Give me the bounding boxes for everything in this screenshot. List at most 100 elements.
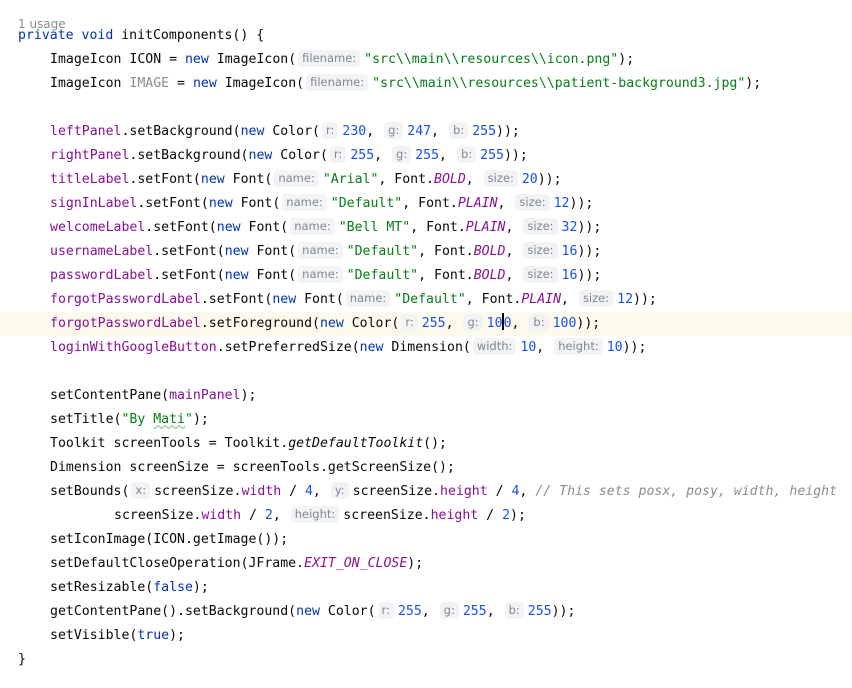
parameter-hint: b: xyxy=(449,122,469,139)
code-token: "src\\main\\resources\\icon.png" xyxy=(364,52,619,67)
parameter-hint: name: xyxy=(298,266,343,283)
parameter-hint: r: xyxy=(321,122,339,139)
code-text: } xyxy=(18,648,26,672)
parameter-hint: name: xyxy=(298,242,343,259)
code-token: 16)); xyxy=(561,244,602,259)
code-line[interactable]: ImageIcon IMAGE = new ImageIcon(filename… xyxy=(0,72,852,96)
code-line[interactable]: setDefaultCloseOperation(JFrame.EXIT_ON_… xyxy=(0,552,852,576)
parameter-hint: name: xyxy=(274,170,319,187)
code-token: setContentPane(mainPanel); xyxy=(50,388,257,403)
code-token: ImageIcon ICON = new ImageIcon( xyxy=(50,52,297,67)
parameter-hint: size: xyxy=(578,290,614,307)
code-token: setDefaultCloseOperation(JFrame.EXIT_ON_… xyxy=(50,556,424,571)
code-token: 100)); xyxy=(552,316,601,331)
parameter-hint: height: xyxy=(554,338,603,355)
code-token: 255, xyxy=(462,604,503,619)
code-line[interactable]: private void initComponents() { xyxy=(0,24,852,48)
code-token: setTitle("By Mati"); xyxy=(50,412,209,427)
parameter-hint: b: xyxy=(504,602,524,619)
code-token: titleLabel.setFont(new Font( xyxy=(50,172,273,187)
code-token: "Default", Font.PLAIN, xyxy=(394,292,577,307)
code-token: 10)); xyxy=(606,340,647,355)
code-token: 255, xyxy=(415,148,455,163)
parameter-hint: g: xyxy=(392,146,412,163)
parameter-hint: r: xyxy=(377,602,394,619)
code-token: screenSize.width / 4, xyxy=(154,484,329,499)
code-token: setResizable(false); xyxy=(50,580,209,595)
code-token: 20)); xyxy=(521,172,562,187)
code-line[interactable]: forgotPasswordLabel.setForeground(new Co… xyxy=(0,312,852,336)
code-line[interactable]: leftPanel.setBackground(new Color(r: 230,… xyxy=(0,120,852,144)
code-text: setIconImage(ICON.getImage()); xyxy=(50,528,288,552)
code-line[interactable]: getContentPane().setBackground(new Color… xyxy=(0,600,852,624)
parameter-hint: b: xyxy=(456,146,477,163)
code-text: setDefaultCloseOperation(JFrame.EXIT_ON_… xyxy=(50,552,423,576)
parameter-hint: r: xyxy=(401,314,418,331)
code-line[interactable]: Dimension screenSize = screenTools.getSc… xyxy=(0,456,852,480)
code-line[interactable]: usernameLabel.setFont(new Font(name: "Def… xyxy=(0,240,852,264)
code-line[interactable]: forgotPasswordLabel.setFont(new Font(nam… xyxy=(0,288,852,312)
code-line[interactable]: setBounds(x: screenSize.width / 4, y: scre… xyxy=(0,480,852,504)
code-token: 255, xyxy=(397,604,438,619)
code-token: setIconImage(ICON.getImage()); xyxy=(50,532,289,547)
code-token: 12)); xyxy=(553,196,594,211)
parameter-hint: size: xyxy=(523,266,558,283)
parameter-hint: g: xyxy=(463,314,483,331)
code-token: 16)); xyxy=(561,268,602,283)
code-text: signInLabel.setFont(new Font(name: "Defau… xyxy=(50,192,593,216)
code-line[interactable]: setVisible(true); xyxy=(0,624,852,648)
code-text: setBounds(x: screenSize.width / 4, y: scre… xyxy=(50,480,837,504)
code-token: passwordLabel.setFont(new Font( xyxy=(50,268,297,283)
code-token: 100, xyxy=(487,313,528,331)
parameter-hint: size: xyxy=(483,170,518,187)
code-text: setVisible(true); xyxy=(50,624,185,648)
code-token: 10, xyxy=(520,340,553,355)
code-line[interactable]: rightPanel.setBackground(new Color(r: 255… xyxy=(0,144,852,168)
code-line[interactable]: setTitle("By Mati"); xyxy=(0,408,852,432)
code-token: "src\\main\\resources\\patient-backgroun… xyxy=(372,76,746,91)
code-token: getContentPane().setBackground(new Color… xyxy=(50,604,376,619)
code-line[interactable]: screenSize.width / 2, height: screenSize.… xyxy=(0,504,852,528)
code-line[interactable]: setIconImage(ICON.getImage()); xyxy=(0,528,852,552)
code-line[interactable]: loginWithGoogleButton.setPreferredSize(n… xyxy=(0,336,852,360)
code-line[interactable]: } xyxy=(0,648,852,672)
code-text: getContentPane().setBackground(new Color… xyxy=(50,600,575,624)
code-text: forgotPasswordLabel.setForeground(new Co… xyxy=(50,312,600,336)
code-line[interactable]: passwordLabel.setFont(new Font(name: "Def… xyxy=(0,264,852,288)
code-token: 230, xyxy=(342,124,383,139)
code-line[interactable]: setResizable(false); xyxy=(0,576,852,600)
code-text: setTitle("By Mati"); xyxy=(50,408,209,432)
parameter-hint: filename: xyxy=(306,74,369,91)
code-line[interactable]: ImageIcon ICON = new ImageIcon(filename:… xyxy=(0,48,852,72)
code-line[interactable]: Toolkit screenTools = Toolkit.getDefault… xyxy=(0,432,852,456)
code-text: welcomeLabel.setFont(new Font(name: "Bell… xyxy=(50,216,601,240)
parameter-hint: x: xyxy=(131,482,151,499)
code-text: forgotPasswordLabel.setFont(new Font(nam… xyxy=(50,288,657,312)
parameter-hint: size: xyxy=(515,194,550,211)
code-token: welcomeLabel.setFont(new Font( xyxy=(50,220,289,235)
code-token: 255)); xyxy=(480,148,528,163)
code-line[interactable]: titleLabel.setFont(new Font(name: "Arial"… xyxy=(0,168,852,192)
code-text: passwordLabel.setFont(new Font(name: "Def… xyxy=(50,264,601,288)
code-token: usernameLabel.setFont(new Font( xyxy=(50,244,297,259)
code-token: ); xyxy=(745,76,762,91)
code-line[interactable]: signInLabel.setFont(new Font(name: "Defau… xyxy=(0,192,852,216)
parameter-hint: size: xyxy=(523,218,558,235)
code-token: 255, xyxy=(350,148,391,163)
code-token: setBounds( xyxy=(50,484,130,499)
code-token: loginWithGoogleButton.setPreferredSize(n… xyxy=(50,340,471,355)
code-line[interactable]: setContentPane(mainPanel); xyxy=(0,384,852,408)
code-token: Dimension screenSize = screenTools.getSc… xyxy=(50,460,455,475)
code-text: usernameLabel.setFont(new Font(name: "Def… xyxy=(50,240,601,264)
parameter-hint: name: xyxy=(345,290,391,307)
code-text: loginWithGoogleButton.setPreferredSize(n… xyxy=(50,336,646,360)
code-text: Toolkit screenTools = Toolkit.getDefault… xyxy=(50,432,447,456)
code-token: screenSize.height / 2); xyxy=(343,508,526,523)
code-text: rightPanel.setBackground(new Color(r: 255… xyxy=(50,144,528,168)
parameter-hint: g: xyxy=(384,122,404,139)
code-token: leftPanel.setBackground(new Color( xyxy=(50,124,320,139)
code-line[interactable]: welcomeLabel.setFont(new Font(name: "Bell… xyxy=(0,216,852,240)
code-token: 255, xyxy=(421,316,462,331)
code-token: signInLabel.setFont(new Font( xyxy=(50,196,281,211)
code-text: private void initComponents() { xyxy=(18,24,264,48)
